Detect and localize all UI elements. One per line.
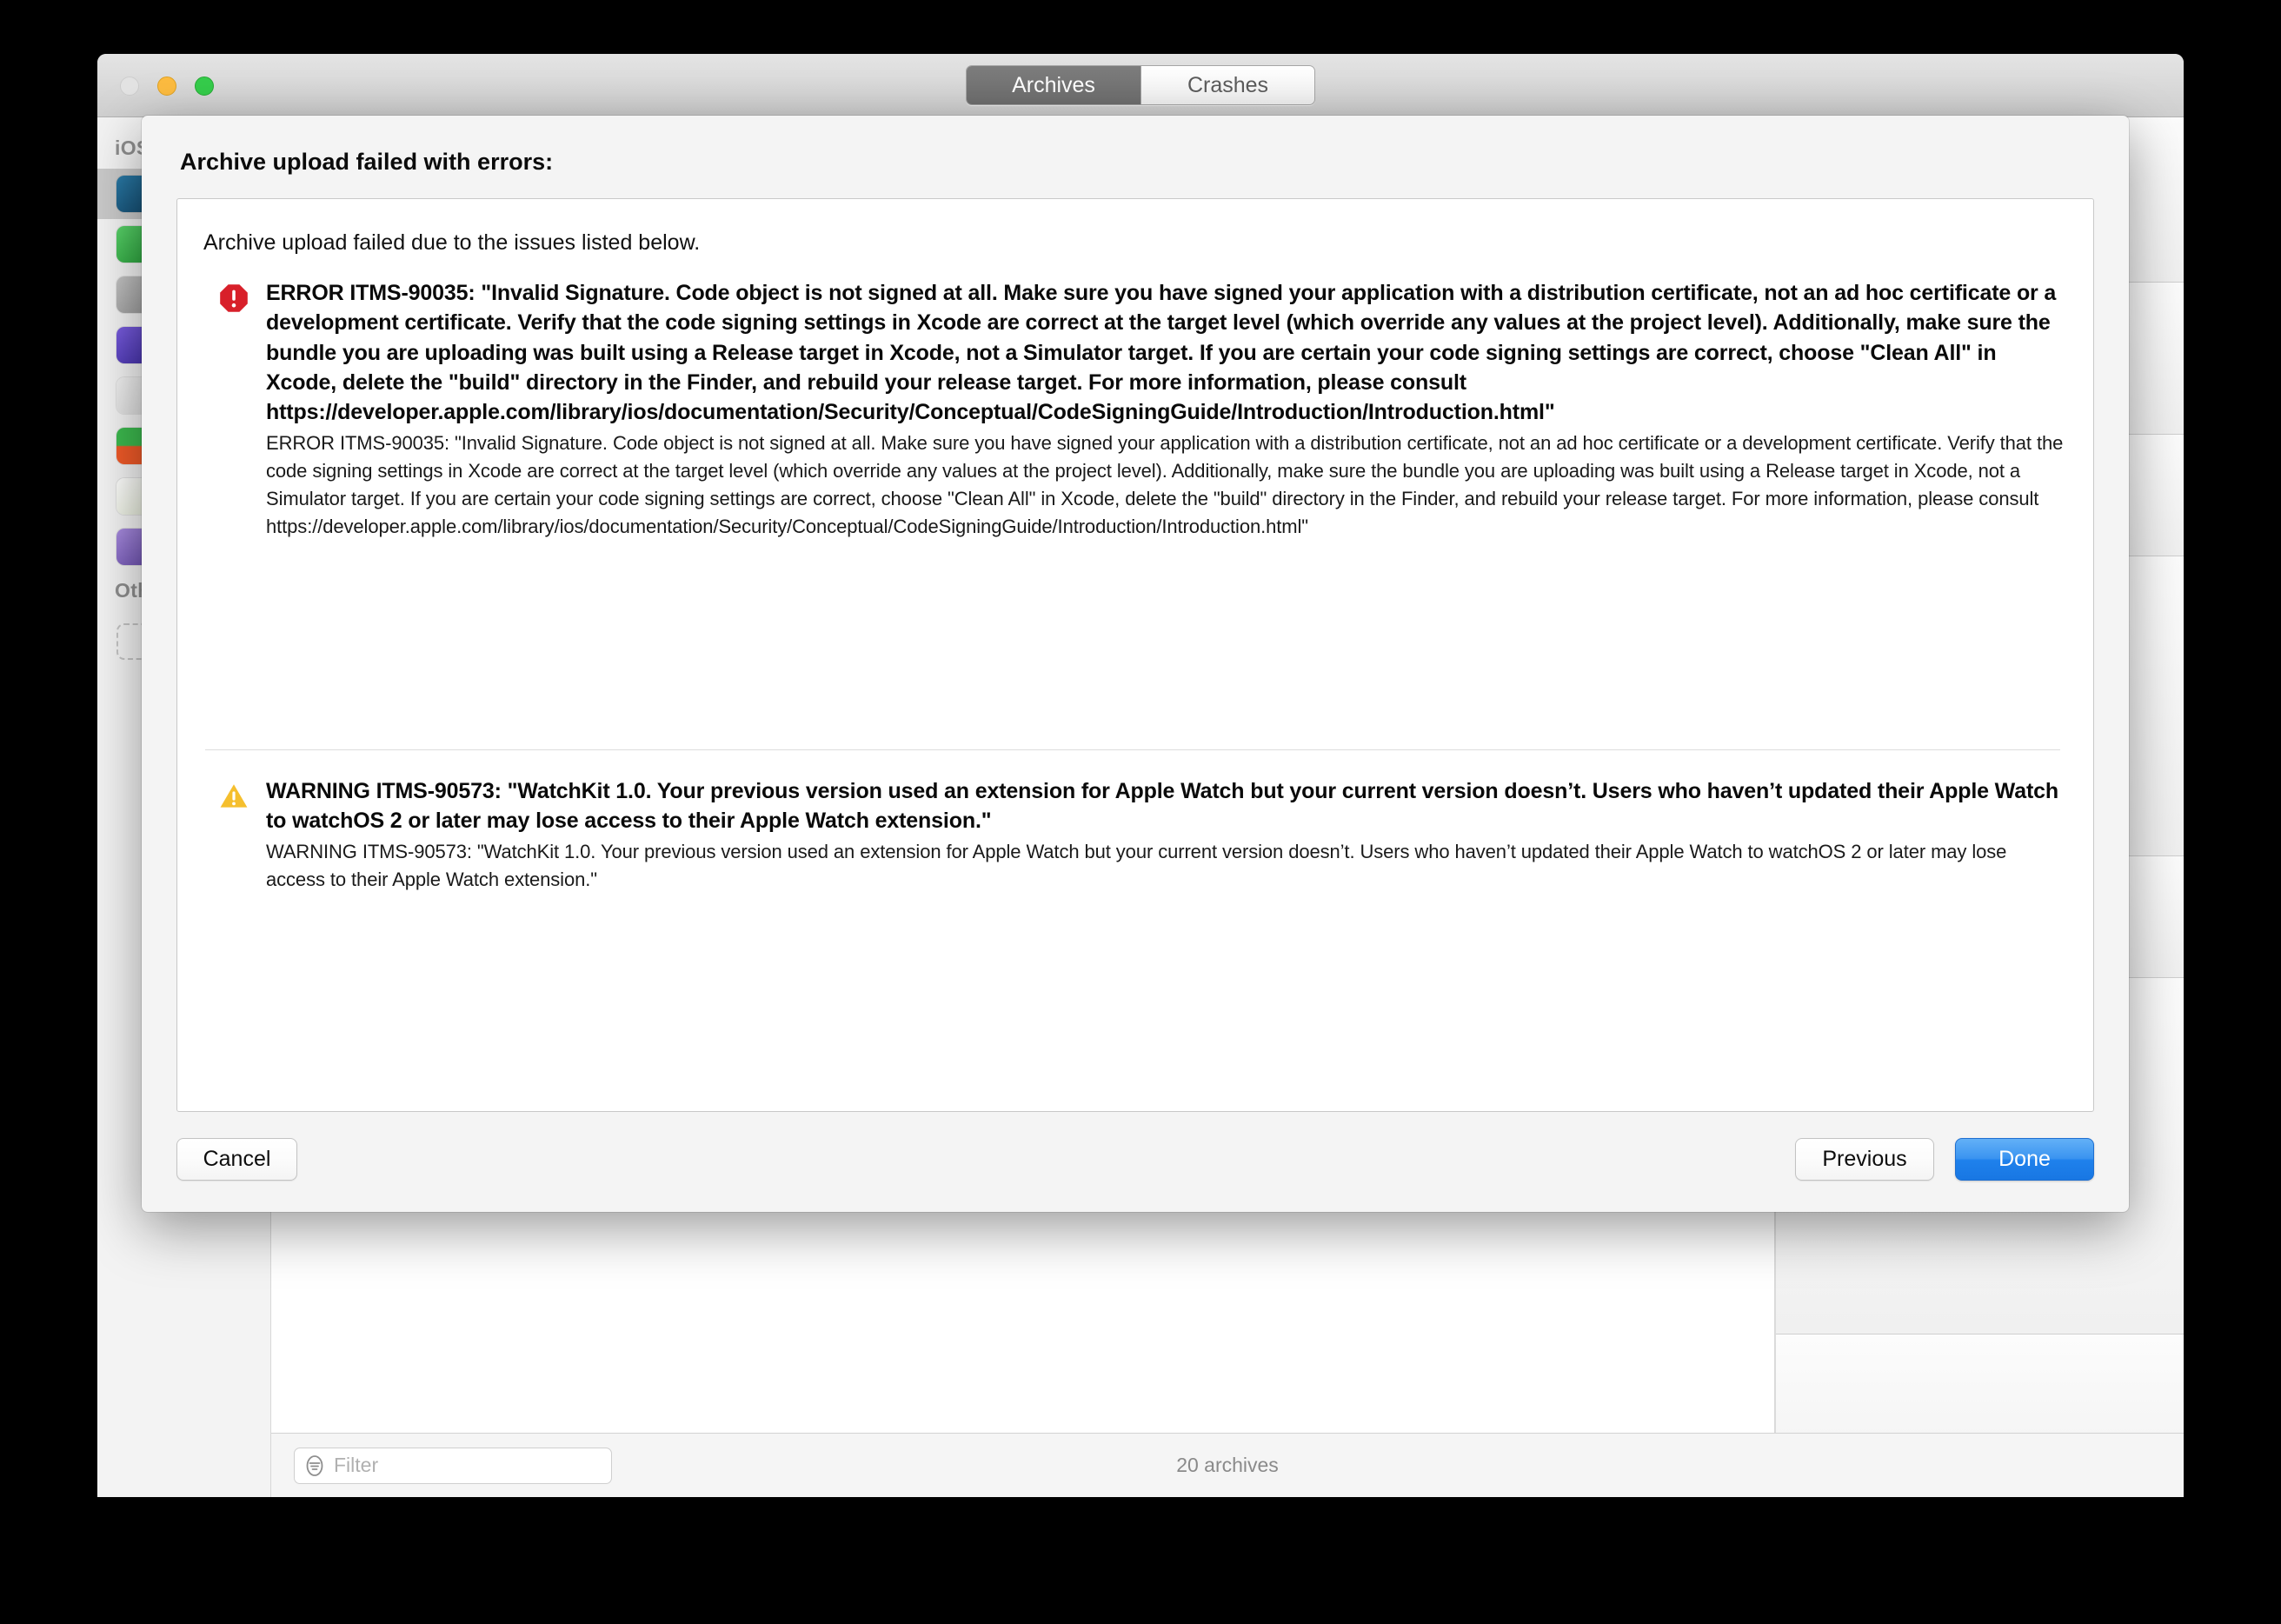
sheet-footer: Cancel Previous Done: [176, 1112, 2094, 1181]
issue-gap: [202, 541, 2064, 749]
issue-body-error: ERROR ITMS-90035: "Invalid Signature. Co…: [266, 278, 2064, 541]
issue-detail-error: ERROR ITMS-90035: "Invalid Signature. Co…: [266, 432, 2064, 537]
zoom-window-button[interactable]: [195, 77, 214, 96]
issue-row-error[interactable]: ERROR ITMS-90035: "Invalid Signature. Co…: [202, 278, 2064, 541]
filter-input[interactable]: Filter: [294, 1447, 612, 1484]
archive-count-label: 20 archives: [1176, 1454, 1279, 1476]
window-titlebar: Archives Crashes: [97, 54, 2184, 117]
issue-title-error: ERROR ITMS-90035: "Invalid Signature. Co…: [266, 281, 2057, 424]
close-window-button[interactable]: [120, 77, 139, 96]
traffic-light-group: [120, 77, 214, 96]
sheet-title: Archive upload failed with errors:: [180, 149, 554, 175]
previous-button[interactable]: Previous: [1795, 1138, 1934, 1181]
minimize-window-button[interactable]: [157, 77, 176, 96]
archives-bottom-bar: Filter 20 archives: [271, 1433, 2184, 1497]
issue-body-warning: WARNING ITMS-90573: "WatchKit 1.0. Your …: [266, 776, 2064, 894]
issue-detail-warning: WARNING ITMS-90573: "WatchKit 1.0. Your …: [266, 841, 2007, 891]
issues-list-box[interactable]: Archive upload failed due to the issues …: [176, 198, 2094, 1112]
issue-separator: [205, 749, 2060, 750]
issue-row-warning[interactable]: WARNING ITMS-90573: "WatchKit 1.0. Your …: [202, 776, 2064, 894]
sheet-intro-text: Archive upload failed due to the issues …: [203, 230, 701, 255]
done-button[interactable]: Done: [1955, 1138, 2094, 1181]
upload-errors-sheet: Archive upload failed with errors: Archi…: [142, 116, 2129, 1212]
view-mode-segmented-control[interactable]: Archives Crashes: [966, 65, 1315, 105]
tab-archives[interactable]: Archives: [967, 66, 1140, 104]
cancel-button[interactable]: Cancel: [176, 1138, 297, 1181]
issue-title-warning: WARNING ITMS-90573: "WatchKit 1.0. Your …: [266, 778, 2058, 834]
warning-triangle-icon: [220, 784, 248, 808]
filter-placeholder-text: Filter: [334, 1454, 379, 1476]
filter-icon: [306, 1454, 323, 1476]
tab-crashes[interactable]: Crashes: [1140, 66, 1314, 104]
error-octagon-icon: [220, 284, 248, 312]
